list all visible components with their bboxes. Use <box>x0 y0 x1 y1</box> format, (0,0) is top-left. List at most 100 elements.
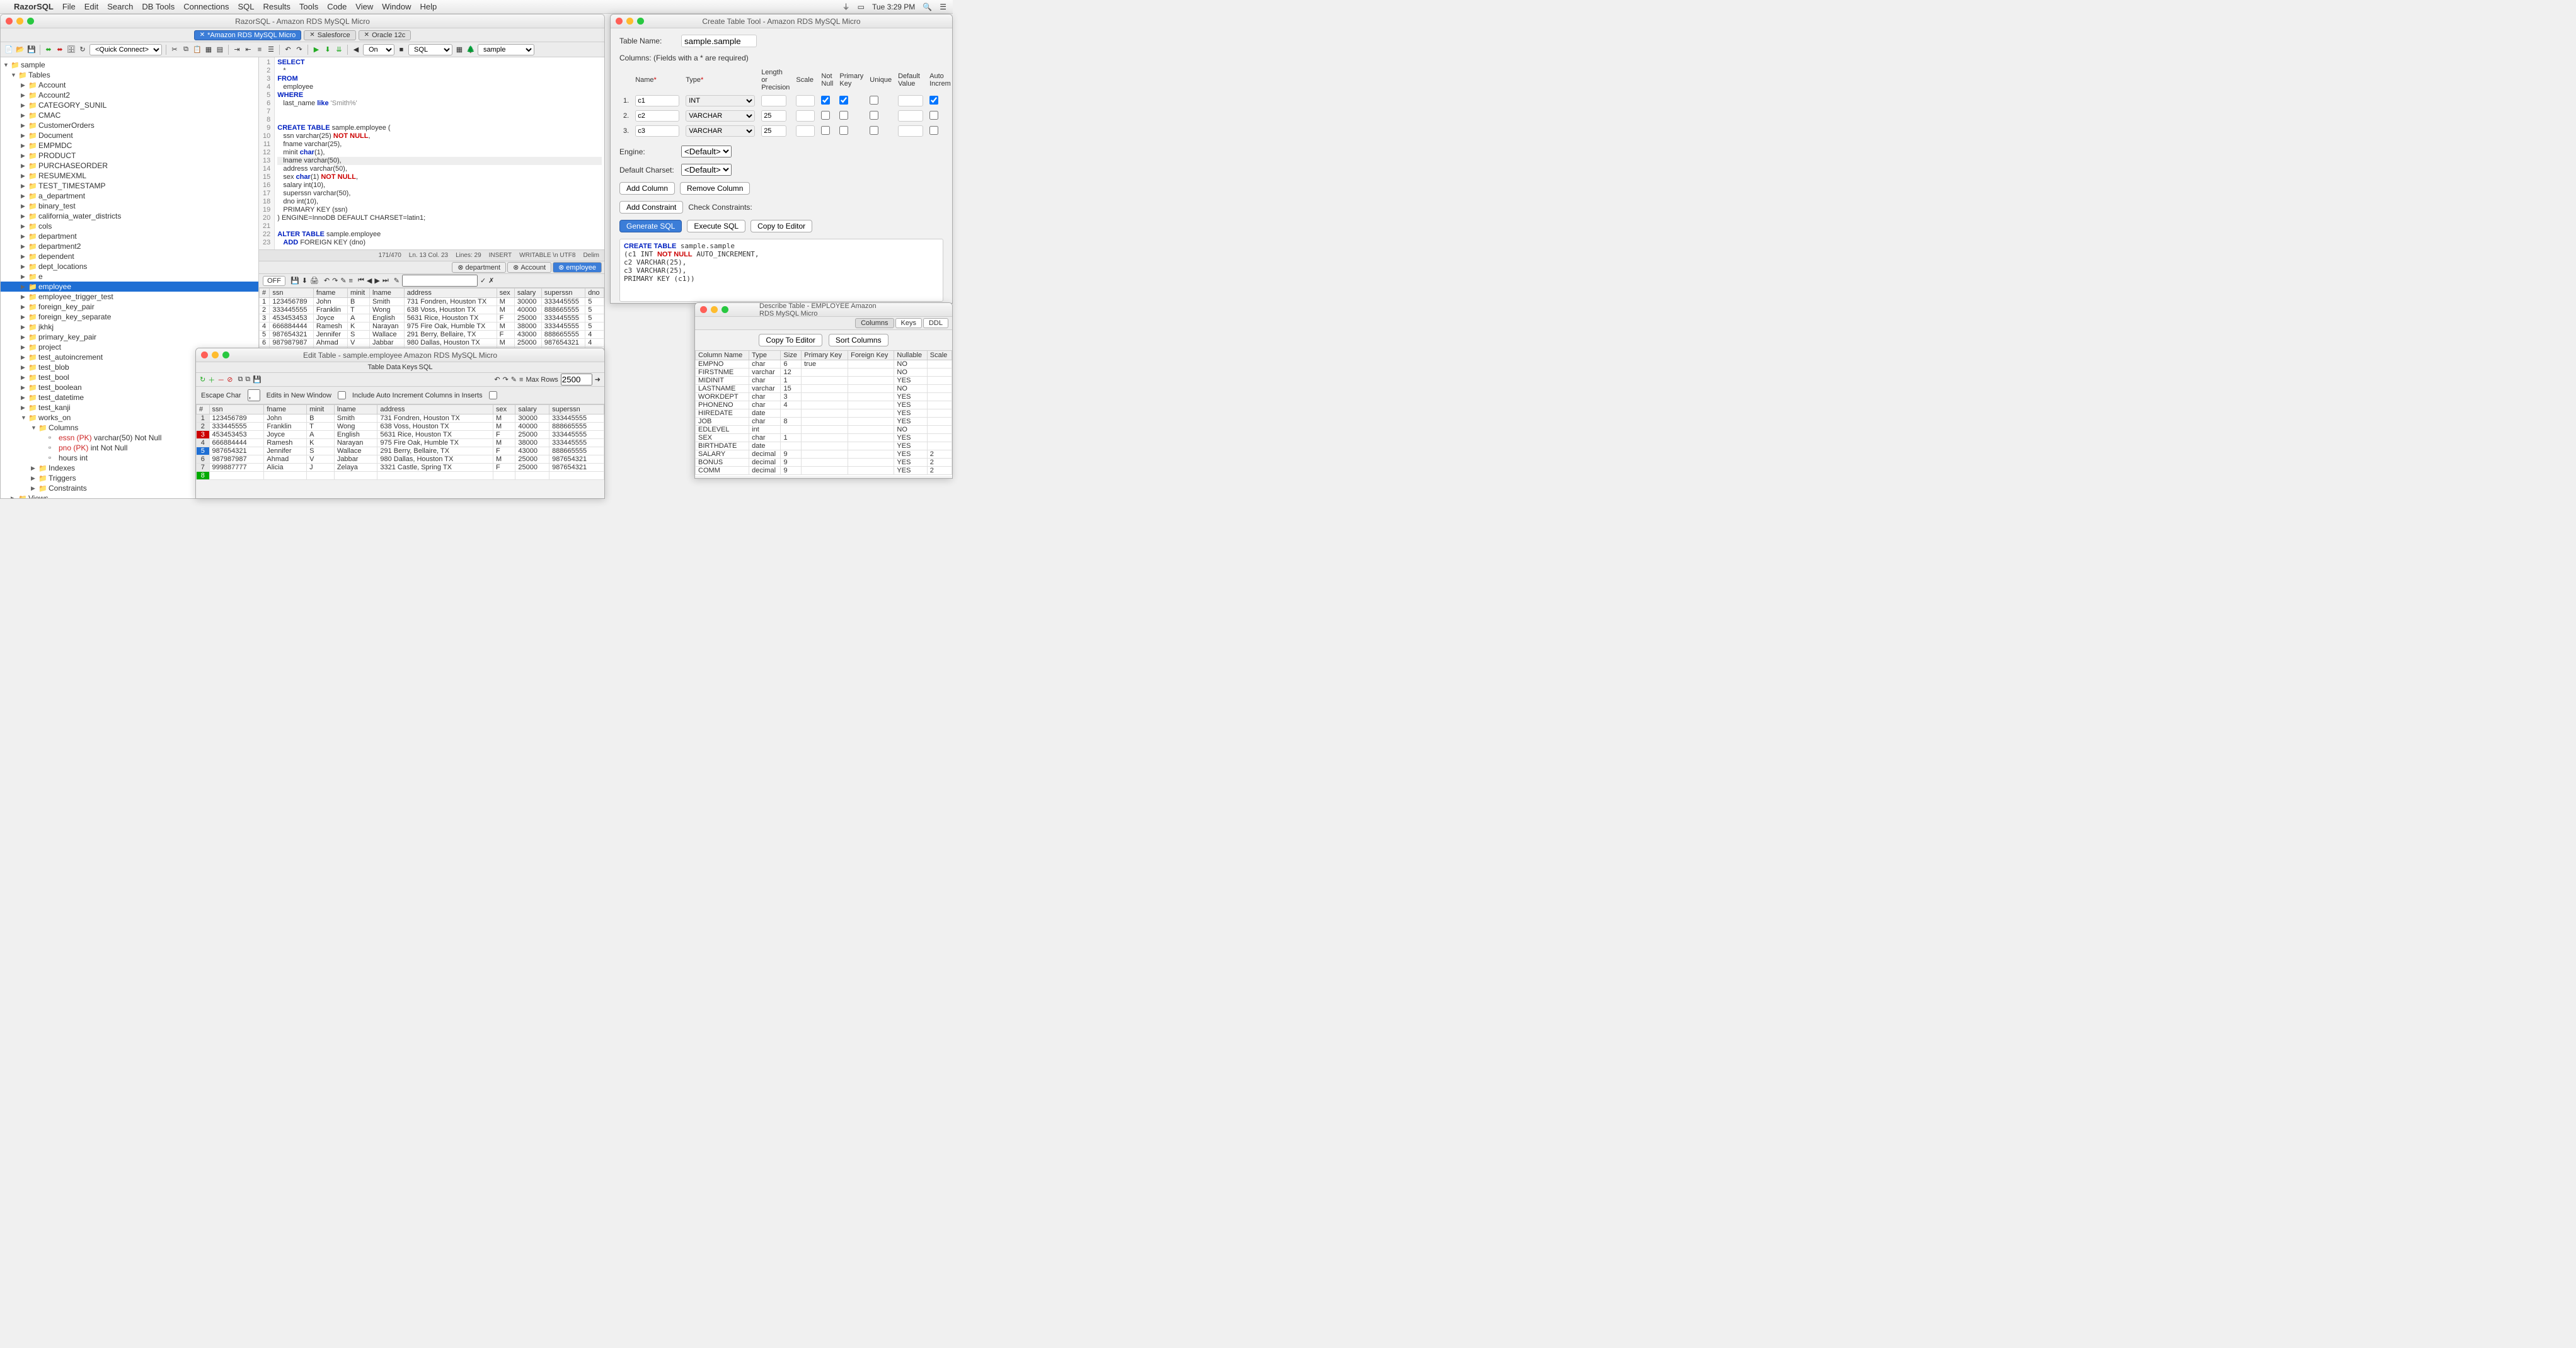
generate-sql-button[interactable]: Generate SQL <box>619 220 682 232</box>
result-grid[interactable]: #ssnfnameminitlnameaddresssexsalarysuper… <box>259 288 604 355</box>
zoom-icon[interactable] <box>637 18 644 25</box>
describe-tab[interactable]: DDL <box>923 318 948 328</box>
include-auto-checkbox[interactable] <box>489 391 497 399</box>
paste-icon[interactable]: 📋 <box>193 45 202 54</box>
minimize-icon[interactable] <box>626 18 633 25</box>
back-icon[interactable]: ◀ <box>367 277 372 285</box>
tree-item[interactable]: ▼📁sample <box>1 60 258 70</box>
describe-grid[interactable]: Column NameTypeSizePrimary KeyForeign Ke… <box>695 350 952 476</box>
tree-item[interactable]: ▶📁department <box>1 231 258 241</box>
tree-item[interactable]: ▶📁foreign_key_separate <box>1 312 258 322</box>
autoinc-checkbox[interactable] <box>929 111 938 120</box>
pk-checkbox[interactable] <box>839 96 848 105</box>
table-name-input[interactable] <box>681 35 757 47</box>
zoom-icon[interactable] <box>27 18 34 25</box>
close-icon[interactable] <box>700 306 707 313</box>
tree-item[interactable]: ▶📁department2 <box>1 241 258 251</box>
col-name-input[interactable] <box>635 95 679 106</box>
edit-tab[interactable]: Keys <box>402 363 417 371</box>
prev-icon[interactable]: ◀ <box>352 45 360 54</box>
list-icon[interactable]: ☰ <box>267 45 275 54</box>
copy-to-editor-button[interactable]: Copy To Editor <box>759 334 822 346</box>
tree-item[interactable]: ▶📁CATEGORY_SUNIL <box>1 100 258 110</box>
conn-tab[interactable]: ✕ Salesforce <box>304 30 355 40</box>
new-icon[interactable]: 📄 <box>4 45 13 54</box>
conn-tab[interactable]: ✕ *Amazon RDS MySQL Micro <box>194 30 302 40</box>
close-icon[interactable]: ⊗ <box>513 263 519 271</box>
fwd-icon[interactable]: ▶ <box>374 277 379 285</box>
last-icon[interactable]: ⏭ <box>382 277 389 285</box>
undo-icon[interactable]: ↶ <box>284 45 292 54</box>
run-down-icon[interactable]: ⬇ <box>323 45 332 54</box>
charset-select[interactable]: <Default> <box>681 164 732 176</box>
unique-checkbox[interactable] <box>870 96 878 105</box>
remove-icon[interactable]: － <box>217 375 224 385</box>
engine-select[interactable]: <Default> <box>681 146 732 157</box>
grid-icon[interactable]: ▤ <box>216 45 224 54</box>
col-name-input[interactable] <box>635 125 679 137</box>
wand-icon[interactable]: ✎ <box>511 375 517 384</box>
tree-item[interactable]: ▶📁foreign_key_pair <box>1 302 258 312</box>
close-icon[interactable] <box>6 18 13 25</box>
copy-icon[interactable]: ⧉ <box>238 375 243 384</box>
add-icon[interactable]: ＋ <box>208 375 215 385</box>
default-input[interactable] <box>898 95 923 106</box>
save-icon[interactable]: 💾 <box>253 375 262 384</box>
filter-input[interactable] <box>402 275 478 287</box>
save-result-icon[interactable]: 💾 <box>290 277 299 285</box>
not-null-checkbox[interactable] <box>821 126 830 135</box>
close-tab-icon[interactable]: ✕ <box>200 31 205 38</box>
disconnect-icon[interactable]: ⬌ <box>55 45 64 54</box>
sql-preview[interactable]: CREATE TABLE sample.sample(c1 INT NOT NU… <box>619 239 943 302</box>
tree-item[interactable]: ▶📁CMAC <box>1 110 258 120</box>
duplicate-icon[interactable]: ⧉ <box>245 375 250 384</box>
close-tab-icon[interactable]: ✕ <box>364 31 369 38</box>
sql-editor[interactable]: 1234567891011121314151617181920212223 SE… <box>259 57 604 250</box>
menu-window[interactable]: Window <box>382 2 411 11</box>
first-icon[interactable]: ⏮ <box>358 277 364 285</box>
tree-item[interactable]: ▶📁TEST_TIMESTAMP <box>1 181 258 191</box>
tree-item[interactable]: ▶📁EMPMDC <box>1 140 258 151</box>
search-icon[interactable]: 🔍 <box>923 3 932 11</box>
outdent-icon[interactable]: ⇤ <box>244 45 253 54</box>
tree-item[interactable]: ▶📁dependent <box>1 251 258 261</box>
refresh-icon[interactable]: ↻ <box>78 45 87 54</box>
close-icon[interactable] <box>616 18 623 25</box>
add-constraint-button[interactable]: Add Constraint <box>619 201 683 214</box>
menu-file[interactable]: File <box>62 2 76 11</box>
on-select[interactable]: On <box>363 44 394 55</box>
redo-icon[interactable]: ↷ <box>503 375 509 384</box>
edit-tab[interactable]: SQL <box>419 363 433 371</box>
apply-icon[interactable]: ✓ <box>480 277 486 285</box>
col-scale-input[interactable] <box>796 125 815 137</box>
max-rows-input[interactable] <box>561 374 592 386</box>
tree-item[interactable]: ▶📁PURCHASEORDER <box>1 161 258 171</box>
menu-view[interactable]: View <box>355 2 373 11</box>
tree-item[interactable]: ▶📁e <box>1 271 258 282</box>
tree-item[interactable]: ▶📁Document <box>1 130 258 140</box>
sort-icon[interactable]: ≡ <box>349 277 353 285</box>
copy-editor-button[interactable]: Copy to Editor <box>750 220 812 232</box>
tree-item[interactable]: ▶📁PRODUCT <box>1 151 258 161</box>
menu-help[interactable]: Help <box>420 2 437 11</box>
tree-item[interactable]: ▶📁a_department <box>1 191 258 201</box>
result-tab[interactable]: ⊗ employee <box>553 262 602 273</box>
minimize-icon[interactable] <box>212 351 219 358</box>
col-length-input[interactable] <box>761 95 786 106</box>
edit-grid[interactable]: #ssnfnameminitlnameaddresssexsalarysuper… <box>196 404 604 480</box>
close-tab-icon[interactable]: ✕ <box>309 31 314 38</box>
zoom-icon[interactable] <box>722 306 728 313</box>
default-input[interactable] <box>898 125 923 137</box>
quick-connect-select[interactable]: <Quick Connect> <box>89 44 162 55</box>
indent-icon[interactable]: ⇥ <box>233 45 241 54</box>
col-length-input[interactable] <box>761 110 786 122</box>
stop-icon[interactable]: ■ <box>397 45 406 54</box>
pk-checkbox[interactable] <box>839 111 848 120</box>
tree-item[interactable]: ▶📁CustomerOrders <box>1 120 258 130</box>
not-null-checkbox[interactable] <box>821 111 830 120</box>
menu-db tools[interactable]: DB Tools <box>142 2 175 11</box>
edits-new-window-checkbox[interactable] <box>338 391 346 399</box>
unique-checkbox[interactable] <box>870 111 878 120</box>
open-icon[interactable]: 📂 <box>16 45 25 54</box>
edit-icon[interactable]: ✎ <box>394 277 400 285</box>
